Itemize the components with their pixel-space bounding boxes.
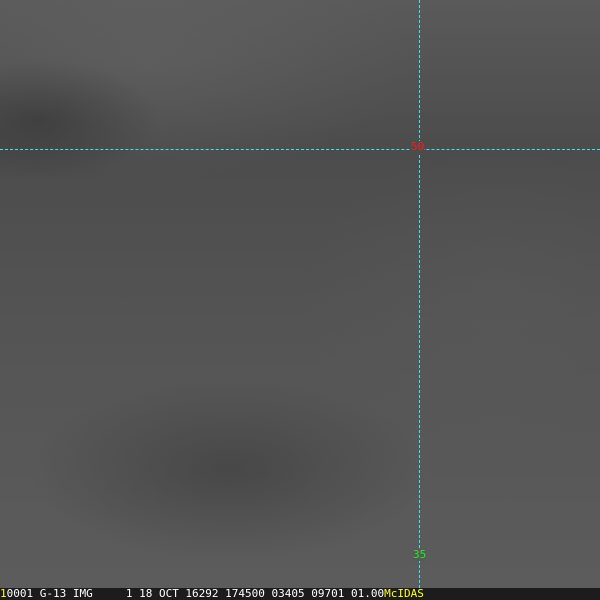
frame-number: 1 <box>0 587 7 600</box>
mcidas-brand: McIDAS <box>384 587 424 600</box>
latitude-line <box>0 149 600 150</box>
longitude-label: 35 <box>413 548 427 561</box>
latitude-label: 50 <box>411 140 425 153</box>
longitude-line <box>419 0 420 588</box>
status-bar: 10001 G-13 IMG 1 18 OCT 16292 174500 034… <box>0 588 600 600</box>
satellite-image <box>0 0 600 588</box>
image-info: 0001 G-13 IMG 1 18 OCT 16292 174500 0340… <box>6 587 385 600</box>
